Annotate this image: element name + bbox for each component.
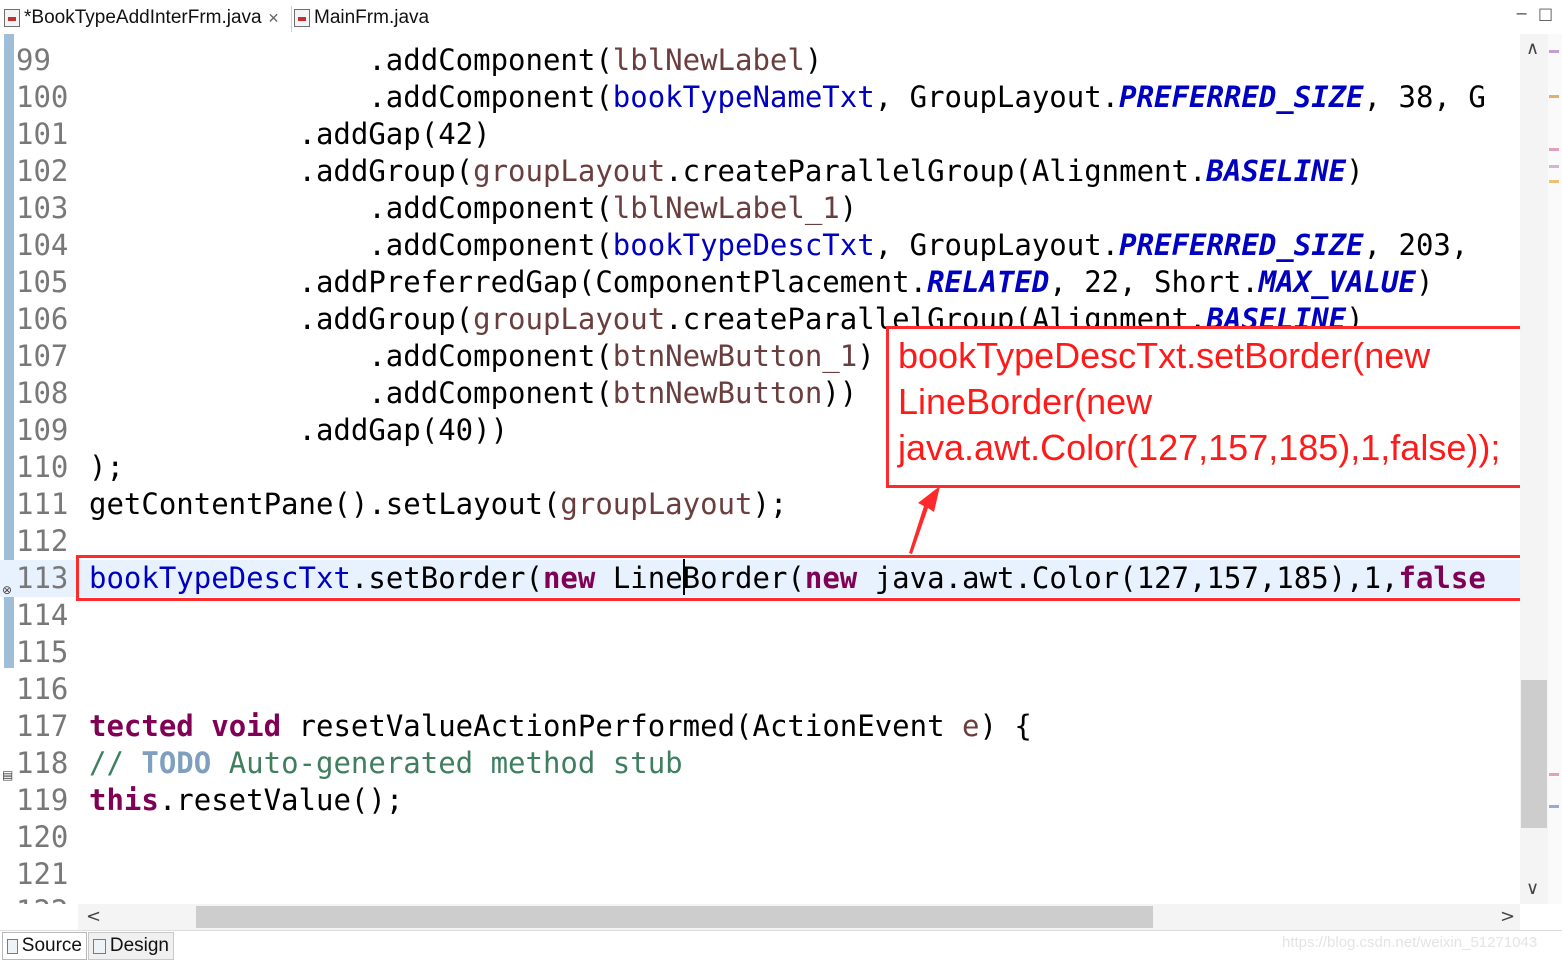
code-line[interactable]: 100 .addComponent(bookTypeNameTxt, Group… (0, 79, 1520, 116)
tab-label: *BookTypeAddInterFrm.java (24, 7, 262, 28)
annotation-arrow-icon (909, 486, 940, 554)
line-number: 112 (16, 524, 69, 558)
code-text: this.resetValue(); (89, 783, 404, 817)
callout-line-1: bookTypeDescTxt.setBorder(new (898, 335, 1431, 376)
watermark: https://blog.csdn.net/weixin_51271043 (1282, 934, 1538, 951)
callout-line-3: java.awt.Color(127,157,185),1,false)); (898, 427, 1501, 468)
code-text: .addComponent(bookTypeNameTxt, GroupLayo… (89, 80, 1486, 114)
code-text: .addGap(40)) (89, 413, 509, 447)
line-number: 105 (16, 265, 69, 299)
line-number: 121 (16, 857, 69, 891)
line-number: 100 (16, 80, 69, 114)
tab-divider (291, 6, 292, 32)
code-text: .addComponent(lblNewLabel) (89, 43, 823, 77)
line-number: 116 (16, 672, 69, 706)
line-number: 117 (16, 709, 69, 743)
code-line[interactable]: 104 .addComponent(bookTypeDescTxt, Group… (0, 227, 1520, 264)
tab-booktypeaddinterfrm[interactable]: *BookTypeAddInterFrm.java ✕ (4, 4, 290, 32)
horizontal-scroll-thumb[interactable] (196, 906, 1153, 928)
code-line[interactable]: 122 (0, 893, 1520, 904)
code-line[interactable]: 102 .addGroup(groupLayout.createParallel… (0, 153, 1520, 190)
overview-marker[interactable] (1549, 95, 1559, 98)
code-text: .addGap(42) (89, 117, 491, 151)
line-number: 113 (16, 561, 69, 595)
code-line[interactable]: 121 (0, 856, 1520, 893)
line-number: 102 (16, 154, 69, 188)
code-text: .addComponent(lblNewLabel_1) (89, 191, 858, 225)
tab-source[interactable]: Source (2, 932, 87, 960)
code-line[interactable]: 99 .addComponent(lblNewLabel) (0, 42, 1520, 79)
line-number: 120 (16, 820, 69, 854)
line-number: 107 (16, 339, 69, 373)
line-number: 114 (16, 598, 69, 632)
line-number: 109 (16, 413, 69, 447)
tab-label: MainFrm.java (314, 7, 430, 28)
tab-source-label: Source (21, 935, 82, 956)
line-number: 122 (16, 893, 72, 904)
code-line[interactable]: 114 (0, 597, 1520, 634)
code-line[interactable]: 118// TODO Auto-generated method stub ▤ (0, 745, 1520, 782)
tab-design-label: Design (109, 935, 169, 956)
line-number: 99 (16, 43, 51, 77)
highlight-box-line-113 (76, 555, 1526, 601)
scroll-left-icon[interactable]: < (86, 906, 101, 927)
java-file-icon (4, 9, 20, 27)
scroll-up-icon[interactable]: ∧ (1526, 38, 1539, 59)
design-icon (93, 938, 106, 954)
overview-marker[interactable] (1549, 165, 1559, 168)
line-number: 119 (16, 783, 69, 817)
line-number: 115 (16, 635, 69, 669)
scroll-down-icon[interactable]: ∨ (1526, 878, 1539, 899)
code-line[interactable]: 119 this.resetValue(); (0, 782, 1520, 819)
minimize-icon[interactable]: − (1515, 4, 1528, 23)
code-text: ); (89, 450, 124, 484)
line-number: 111 (16, 487, 69, 521)
overview-marker[interactable] (1549, 805, 1559, 808)
overview-marker[interactable] (1549, 148, 1559, 151)
overview-marker[interactable] (1549, 773, 1559, 776)
line-number: 103 (16, 191, 69, 225)
line-number: 108 (16, 376, 69, 410)
code-line[interactable]: 101 .addGap(42) (0, 116, 1520, 153)
line-number: 101 (16, 117, 69, 151)
code-line[interactable]: 111 getContentPane().setLayout(groupLayou… (0, 486, 1520, 523)
annotation-callout: bookTypeDescTxt.setBorder(new LineBorder… (886, 326, 1526, 488)
code-line[interactable]: 120 (0, 819, 1520, 856)
maximize-icon[interactable]: □ (1538, 4, 1553, 23)
code-line[interactable]: 115 (0, 634, 1520, 671)
scroll-right-icon[interactable]: > (1500, 906, 1515, 927)
overview-marker[interactable] (1549, 180, 1559, 183)
tab-design[interactable]: Design (88, 932, 174, 960)
code-text: .addPreferredGap(ComponentPlacement.RELA… (89, 265, 1434, 299)
code-text: .addGroup(groupLayout.createParallelGrou… (89, 154, 1364, 188)
code-text: // TODO Auto-generated method stub (89, 746, 683, 780)
overview-marker[interactable] (1549, 50, 1559, 53)
code-text: .addComponent(btnNewButton)) (89, 376, 858, 410)
code-text: tected void resetValueActionPerformed(Ac… (89, 709, 1032, 743)
line-number: 118 (16, 746, 69, 780)
source-icon (7, 938, 18, 954)
close-tab-icon[interactable]: ✕ (268, 10, 280, 27)
line-number: 106 (16, 302, 69, 336)
vertical-scroll-thumb[interactable] (1521, 680, 1547, 828)
tab-mainfrm[interactable]: MainFrm.java (294, 4, 454, 32)
code-line[interactable]: 103 .addComponent(lblNewLabel_1) (0, 190, 1520, 227)
line-number: 110 (16, 450, 69, 484)
code-line[interactable]: 117 tected void resetValueActionPerformed… (0, 708, 1520, 745)
callout-line-2: LineBorder(new (898, 381, 1153, 422)
code-line[interactable]: 105 .addPreferredGap(ComponentPlacement.… (0, 264, 1520, 301)
code-text: .addComponent(bookTypeDescTxt, GroupLayo… (89, 228, 1469, 262)
code-line[interactable]: 116 (0, 671, 1520, 708)
code-text: getContentPane().setLayout(groupLayout); (89, 487, 788, 521)
java-file-icon (294, 9, 310, 27)
line-number: 104 (16, 228, 69, 262)
code-text: .addComponent(btnNewButton_1) (89, 339, 875, 373)
